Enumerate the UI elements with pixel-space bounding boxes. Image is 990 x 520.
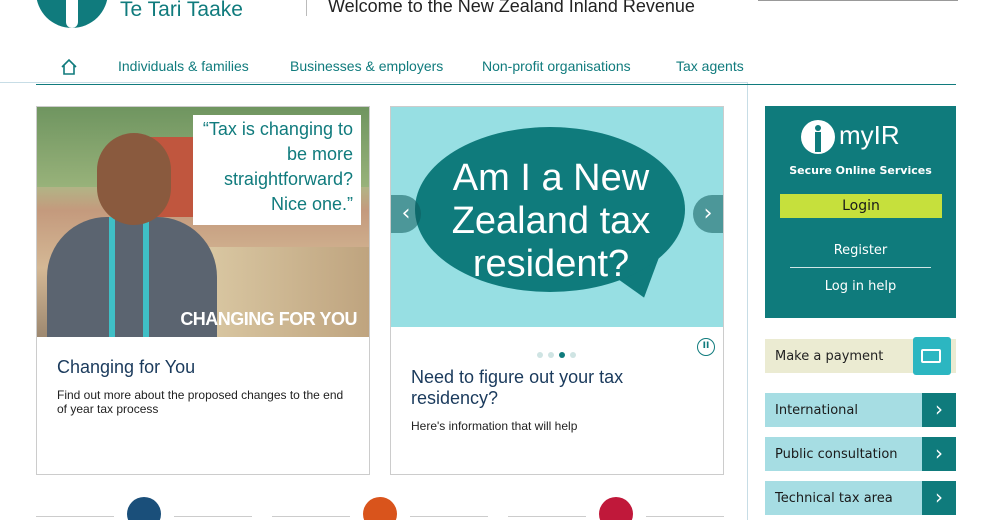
carousel-dot[interactable] (548, 352, 554, 358)
nav-tax-agents[interactable]: Tax agents (676, 58, 744, 74)
login-button[interactable]: Login (780, 194, 942, 218)
changing-for-you-image: “Tax is changing to be more straightforw… (37, 107, 369, 337)
payment-card-icon (913, 337, 951, 375)
hero-banner: CHANGING FOR YOU (180, 309, 357, 329)
carousel-dot[interactable] (537, 352, 543, 358)
card-title[interactable]: Need to figure out your tax residency? (411, 367, 701, 409)
home-icon[interactable] (60, 58, 78, 76)
side-link-label: Public consultation (775, 447, 898, 462)
myir-divider (790, 267, 931, 268)
carousel-next-button[interactable]: › (693, 195, 723, 233)
nav-non-profit-organisations[interactable]: Non-profit organisations (482, 58, 631, 74)
side-link-label: Technical tax area (775, 491, 893, 506)
bottom-tile-edge (646, 516, 724, 520)
hero-quote: “Tax is changing to be more straightforw… (202, 119, 353, 214)
chevron-right-icon: › (922, 437, 956, 471)
chevron-right-icon: › (922, 393, 956, 427)
bottom-tile-edge (410, 516, 488, 520)
card-description: Find out more about the proposed changes… (57, 388, 344, 416)
register-link[interactable]: Register (765, 243, 956, 258)
side-link-international[interactable]: International › (765, 393, 956, 427)
bottom-tile-edge (508, 516, 586, 520)
myir-panel: myIR Secure Online Services Login Regist… (765, 106, 956, 318)
make-payment-label: Make a payment (775, 349, 884, 364)
card-title[interactable]: Changing for You (57, 357, 195, 378)
page: Te Tari Taake Welcome to the New Zealand… (0, 0, 990, 520)
nav-businesses-employers[interactable]: Businesses & employers (290, 58, 443, 74)
carousel-dot[interactable] (570, 352, 576, 358)
myir-logo: myIR (801, 120, 921, 158)
carousel-dots (537, 343, 581, 362)
side-link-technical-tax-area[interactable]: Technical tax area › (765, 481, 956, 515)
ird-logo-icon[interactable] (36, 0, 108, 28)
bottom-tile-edge (272, 516, 350, 520)
chevron-right-icon: › (922, 481, 956, 515)
header-divider (306, 0, 307, 16)
myir-info-icon (801, 120, 835, 154)
carousel-dot-active[interactable] (559, 352, 565, 358)
tax-residency-card[interactable]: Am I a New Zealand tax resident? ‹ › II … (390, 106, 724, 475)
make-payment-link[interactable]: Make a payment (765, 337, 956, 375)
myir-subtitle: Secure Online Services (789, 164, 932, 177)
bubble-text: Am I a New Zealand tax resident? (451, 157, 651, 285)
bottom-tile-edge (36, 516, 114, 520)
side-link-public-consultation[interactable]: Public consultation › (765, 437, 956, 471)
bottom-tile-edge (174, 516, 252, 520)
carousel-slide: Am I a New Zealand tax resident? ‹ › (391, 107, 723, 327)
nav-underline (36, 84, 956, 85)
changing-for-you-card[interactable]: “Tax is changing to be more straightforw… (36, 106, 370, 475)
myir-name: myIR (839, 120, 900, 150)
card-description: Here's information that will help (411, 419, 578, 433)
page-title: Welcome to the New Zealand Inland Revenu… (328, 0, 695, 16)
pause-icon[interactable]: II (697, 338, 715, 356)
main-nav: Individuals & families Businesses & empl… (36, 54, 956, 86)
side-link-label: International (775, 403, 858, 418)
login-help-link[interactable]: Log in help (765, 279, 956, 294)
nav-individuals-families[interactable]: Individuals & families (118, 58, 249, 74)
logo-text[interactable]: Te Tari Taake (120, 0, 243, 22)
search-field-edge (758, 0, 958, 1)
